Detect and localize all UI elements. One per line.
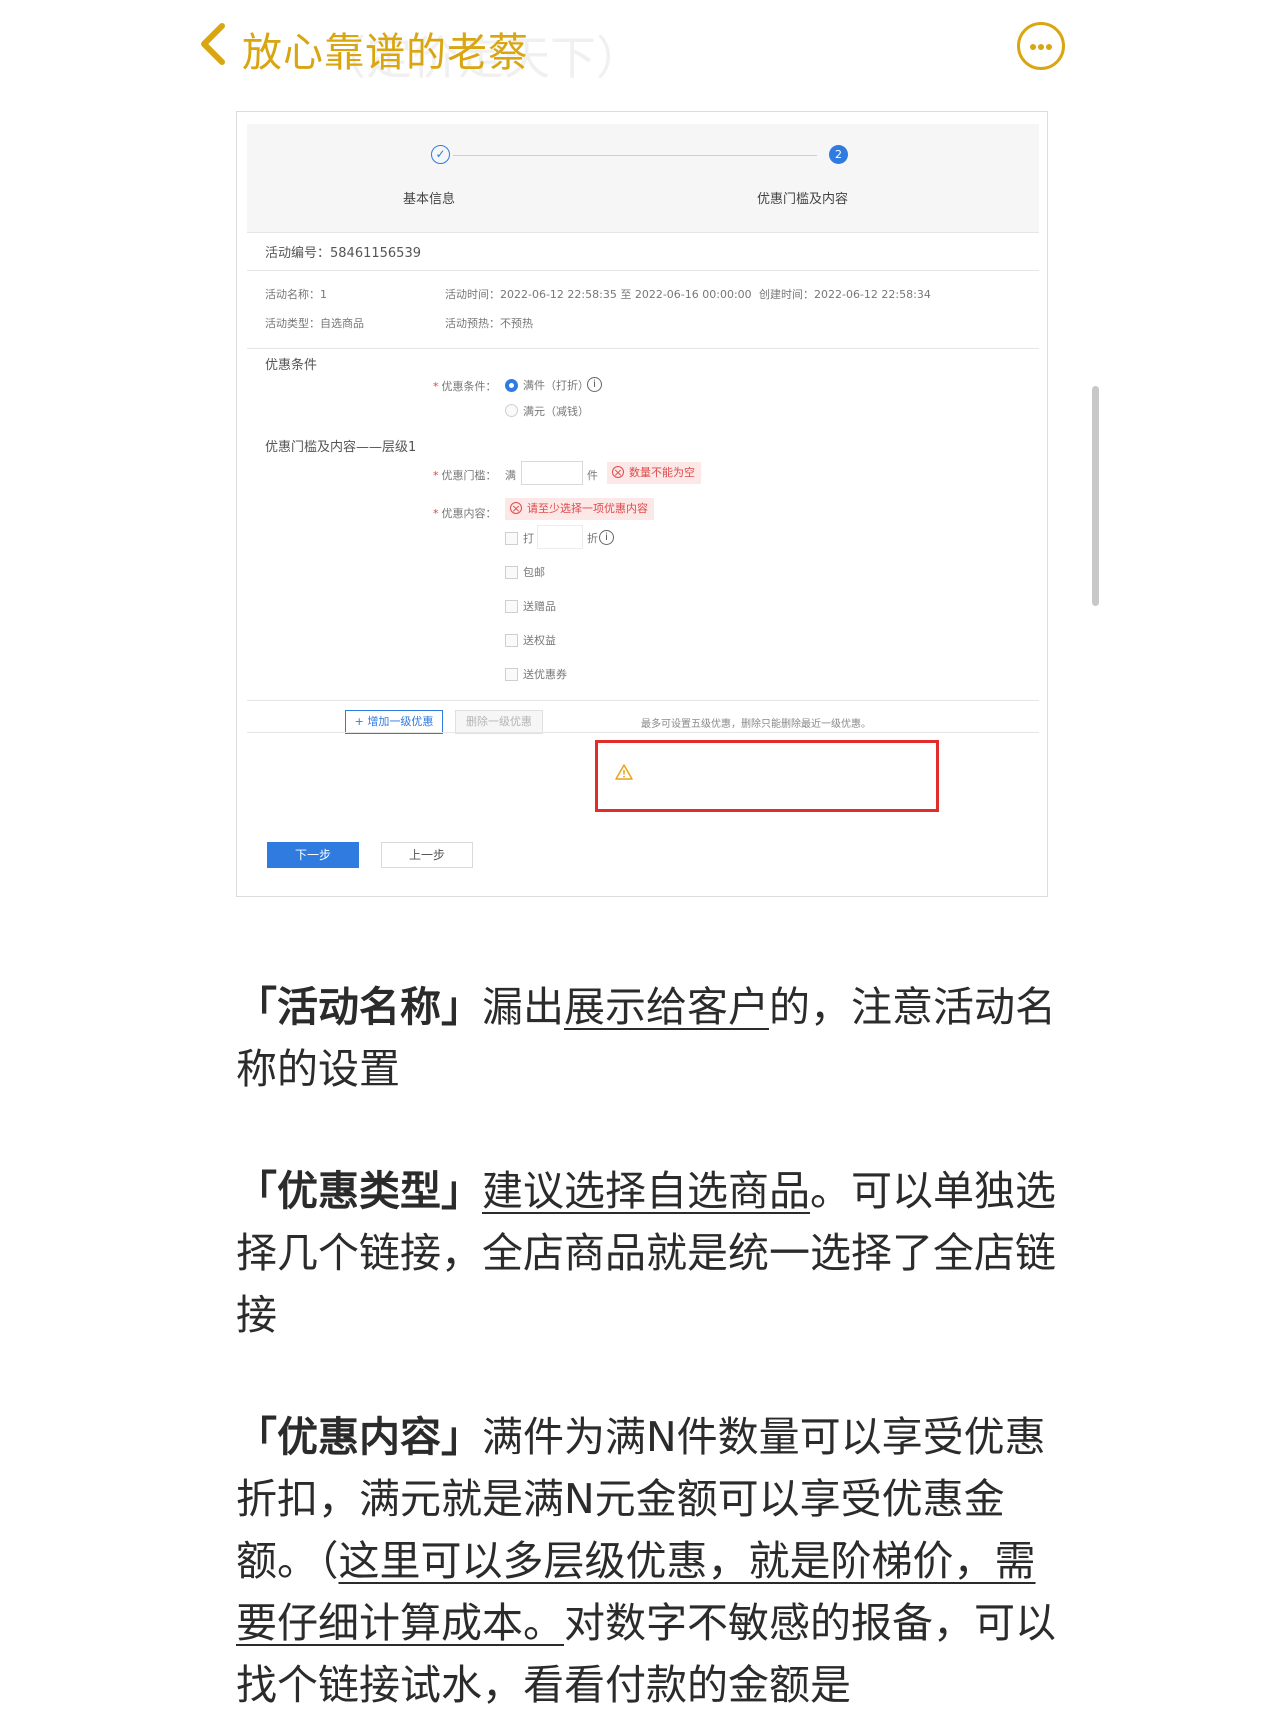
article-paragraph-discount-content: 「优惠内容」满件为满N件数量可以享受优惠折扣，满元就是满N元金额可以享受优惠金额… — [236, 1406, 1076, 1716]
step-completed-check-icon: ✓ — [431, 145, 450, 164]
more-options-icon[interactable] — [1017, 22, 1065, 70]
threshold-quantity-input[interactable] — [521, 461, 583, 485]
threshold-error-message: 数量不能为空 — [607, 462, 701, 484]
divider — [247, 270, 1039, 271]
section-condition-title: 优惠条件 — [265, 358, 318, 373]
account-name[interactable]: 放心靠谱的老蔡 — [242, 20, 529, 78]
step-indicator: ✓ 2 基本信息 优惠门槛及内容 — [247, 124, 1039, 232]
step-connector — [453, 155, 817, 156]
free-shipping-label: 包邮 — [523, 566, 545, 579]
discount-rate-input[interactable] — [537, 525, 583, 549]
add-level-button[interactable]: + 增加一级优惠 — [345, 710, 443, 734]
radio-full-piece-label: 满件（打折） — [523, 379, 589, 392]
content-error-message: 请至少选择一项优惠内容 — [505, 498, 654, 520]
step2-label: 优惠门槛及内容 — [757, 192, 849, 207]
discount-checkbox[interactable] — [505, 532, 518, 545]
radio-full-piece[interactable] — [505, 379, 518, 392]
delete-level-button[interactable]: 删除一级优惠 — [455, 710, 543, 734]
content-label: * 优惠内容： — [433, 507, 497, 520]
top-navigation-bar: （定价定天下） 放心靠谱的老蔡 — [0, 0, 1280, 95]
embedded-screenshot: ✓ 2 基本信息 优惠门槛及内容 活动编号：58461156539 活动名称：1… — [236, 111, 1048, 897]
activity-preheat: 活动预热：不预热 — [445, 317, 533, 330]
chevron-left-icon[interactable] — [196, 22, 230, 66]
divider — [247, 700, 1039, 701]
divider — [247, 732, 1039, 733]
article-paragraph-activity-name: 「活动名称」漏出展示给客户的，注意活动名称的设置 — [236, 976, 1076, 1100]
radio-full-yuan-label: 满元（减钱） — [523, 405, 589, 418]
coupon-checkbox[interactable] — [505, 668, 518, 681]
info-icon[interactable]: i — [599, 530, 614, 545]
created-time: 创建时间：2022-06-12 22:58:34 — [759, 288, 931, 301]
warning-message: 最多可设置五级优惠，删除只能删除最近一级优惠。 — [641, 719, 871, 730]
threshold-prefix: 满 — [505, 469, 516, 482]
section-threshold-title: 优惠门槛及内容——层级1 — [265, 440, 417, 455]
divider — [247, 232, 1039, 233]
discount-prefix: 打 — [523, 532, 534, 545]
condition-label: * 优惠条件： — [433, 380, 497, 393]
coupon-label: 送优惠券 — [523, 668, 567, 681]
gift-checkbox[interactable] — [505, 600, 518, 613]
paragraph-heading: 「优惠类型」 — [236, 1167, 482, 1215]
radio-full-yuan[interactable] — [505, 404, 518, 417]
activity-time: 活动时间：2022-06-12 22:58:35 至 2022-06-16 00… — [445, 288, 752, 301]
activity-id: 活动编号：58461156539 — [265, 246, 421, 261]
divider — [247, 348, 1039, 349]
step-current-number: 2 — [829, 145, 848, 164]
info-icon[interactable]: i — [587, 377, 602, 392]
scrollbar[interactable] — [1092, 386, 1099, 606]
gift-label: 送赠品 — [523, 600, 556, 613]
discount-suffix: 折 — [587, 532, 598, 545]
red-highlight-box — [595, 740, 939, 812]
underlined-text: 展示给客户 — [564, 983, 769, 1031]
activity-name: 活动名称：1 — [265, 288, 327, 301]
paragraph-heading: 「活动名称」 — [236, 983, 482, 1031]
step1-label: 基本信息 — [403, 192, 456, 207]
benefit-label: 送权益 — [523, 634, 556, 647]
benefit-checkbox[interactable] — [505, 634, 518, 647]
threshold-unit: 件 — [587, 469, 598, 482]
paragraph-text: 漏出 — [482, 983, 564, 1031]
free-shipping-checkbox[interactable] — [505, 566, 518, 579]
prev-step-button[interactable]: 上一步 — [381, 842, 473, 868]
article-paragraph-discount-type: 「优惠类型」建议选择自选商品。可以单独选择几个链接，全店商品就是统一选择了全店链… — [236, 1160, 1076, 1346]
paragraph-heading: 「优惠内容」 — [236, 1413, 482, 1461]
threshold-label: * 优惠门槛： — [433, 469, 497, 482]
activity-type: 活动类型：自选商品 — [265, 317, 364, 330]
underlined-text: 建议选择自选商品 — [482, 1167, 810, 1215]
next-step-button[interactable]: 下一步 — [267, 842, 359, 868]
